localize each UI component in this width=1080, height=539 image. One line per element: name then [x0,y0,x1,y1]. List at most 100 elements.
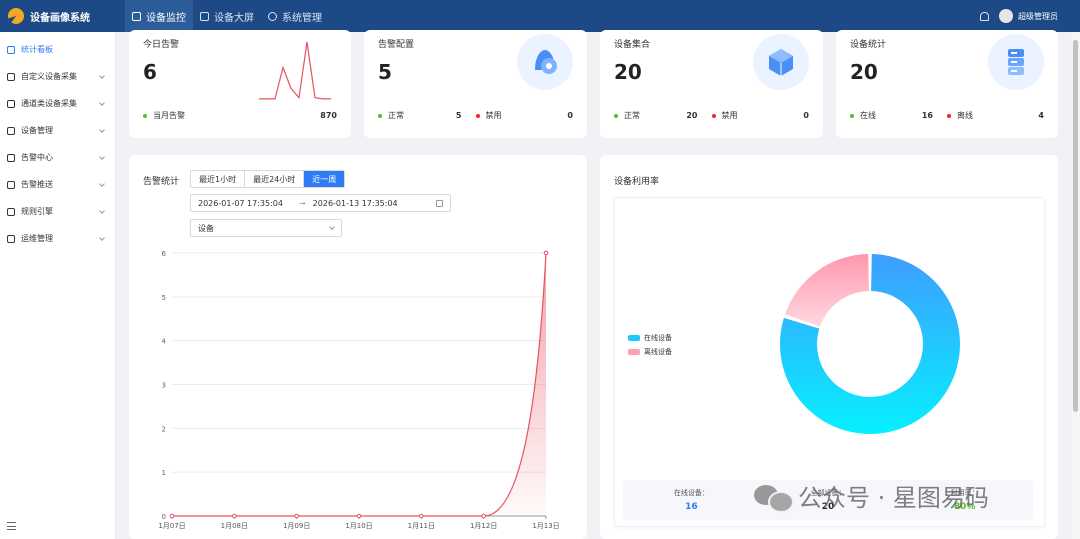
screen-icon [200,11,209,21]
y-tick-label: 1 [162,469,166,477]
card-today-alarm: 今日告警 6 当月告警 870 [129,30,351,138]
date-start[interactable]: 2026-01-07 17:35:04 [198,199,283,208]
sidebar-item-label: 统计看板 [21,45,53,54]
date-range-picker[interactable]: 2026-01-07 17:35:04 → 2026-01-13 17:35:0… [190,194,451,212]
watermark: 公众号 · 星图易码 [754,478,989,513]
online-value: 16 [685,502,698,512]
data-point [232,513,237,519]
status-dot [947,113,951,118]
off-value: 0 [803,111,809,120]
card-device-stat: 设备统计 20 在线 16 离线 4 [836,30,1058,138]
legend-item-offline[interactable]: 离线设备 [628,345,672,359]
card-foot: 在线 16 离线 4 [850,110,1044,121]
chart-icon [7,72,15,81]
bell-icon[interactable] [980,11,989,21]
sidebar-item-alarm-center[interactable]: 告警中心 [0,144,115,171]
off-label: 离线 [957,111,973,120]
device-select[interactable]: 设备 [190,219,342,237]
y-tick-label: 0 [162,513,166,521]
topnav-label: 设备大屏 [214,12,254,24]
off-label: 禁用 [485,111,502,120]
card-title: 告警配置 [378,40,415,50]
top-bar: 设备画像系统 设备监控 设备大屏 系统管理 超级管理员 [0,0,1080,32]
sidebar-item-ops[interactable]: 运维管理 [0,225,115,252]
topnav-label: 系统管理 [282,12,322,24]
y-tick-label: 5 [162,294,166,302]
foot-label: 当月告警 [153,111,185,120]
watermark-text: 公众号 · 星图易码 [798,484,989,512]
sparkline [259,41,331,100]
data-point [356,513,362,519]
legend-swatch [628,349,640,355]
server-icon [988,34,1044,90]
card-title: 设备统计 [850,40,887,50]
data-point [169,513,175,519]
ok-value: 20 [686,111,698,120]
home-icon [7,45,15,54]
time-range-selector: 最近1小时 最近24小时 近一周 [190,170,346,188]
status-dot [711,113,716,118]
app-logo[interactable]: 设备画像系统 [0,8,125,24]
cube-icon [753,34,809,90]
off-value: 0 [567,111,573,120]
foot-value: 870 [320,111,337,120]
x-tick-label: 1月08日 [221,522,248,530]
gear-icon [268,11,277,21]
ok-value: 16 [921,111,933,120]
chevron-down-icon [329,223,335,230]
sidebar-item-label: 告警中心 [21,153,53,162]
sidebar-item-alarm-push[interactable]: 告警推送 [0,171,115,198]
utilization-title: 设备利用率 [614,177,660,187]
status-dot [378,113,382,118]
card-value: 5 [378,60,392,84]
card-value: 6 [143,60,157,84]
page-scrollbar[interactable] [1072,32,1080,539]
status-dot [614,113,618,118]
top-nav: 设备监控 设备大屏 系统管理 [125,0,329,32]
y-tick-label: 2 [162,425,166,433]
logo-icon [8,8,24,24]
sidebar-item-label: 通道类设备采集 [21,99,77,108]
sidebar-item-rule-engine[interactable]: 规则引擎 [0,198,115,225]
chevron-down-icon [99,235,105,241]
device-icon [7,126,15,135]
legend-label: 离线设备 [644,348,672,356]
range-24h-button[interactable]: 最近24小时 [245,171,305,187]
wechat-icon [754,483,794,513]
data-point [481,513,486,519]
scroll-thumb[interactable] [1073,40,1078,412]
range-1h-button[interactable]: 最近1小时 [191,171,246,187]
user-name[interactable]: 超级管理员 [1018,11,1058,22]
topnav-item-system[interactable]: 系统管理 [261,0,329,32]
ok-value: 5 [455,111,462,120]
topnav-label: 设备监控 [146,12,186,24]
alarm-stats-title: 告警统计 [143,177,180,187]
y-tick-label: 3 [162,382,166,390]
legend-item-online[interactable]: 在线设备 [628,331,672,345]
date-end[interactable]: 2026-01-13 17:35:04 [313,199,398,208]
sidebar-item-label: 自定义设备采集 [21,72,77,81]
calendar-icon [436,199,443,207]
chevron-down-icon [99,208,105,214]
sidebar-item-dashboard[interactable]: 统计看板 [0,36,115,63]
chevron-down-icon [99,73,105,79]
rule-icon [7,207,15,216]
sidebar-item-label: 规则引擎 [21,207,53,216]
sidebar-item-channel-collect[interactable]: 通道类设备采集 [0,90,115,117]
legend-label: 在线设备 [644,334,672,342]
status-dot [850,113,854,118]
status-dot [475,113,480,118]
card-foot: 当月告警 870 [143,110,337,121]
range-week-button[interactable]: 近一周 [304,171,345,187]
legend-swatch [628,335,640,341]
sidebar-item-custom-collect[interactable]: 自定义设备采集 [0,63,115,90]
topnav-item-screen[interactable]: 设备大屏 [193,0,261,32]
topnav-item-monitor[interactable]: 设备监控 [125,0,193,32]
ok-label: 在线 [860,111,876,120]
chevron-down-icon [99,181,105,187]
avatar[interactable] [999,9,1013,23]
menu-collapse-icon[interactable] [7,522,16,530]
sidebar-item-label: 运维管理 [21,234,53,243]
card-device-set: 设备集合 20 正常 20 禁用 0 [600,30,823,138]
sidebar-item-device-manage[interactable]: 设备管理 [0,117,115,144]
